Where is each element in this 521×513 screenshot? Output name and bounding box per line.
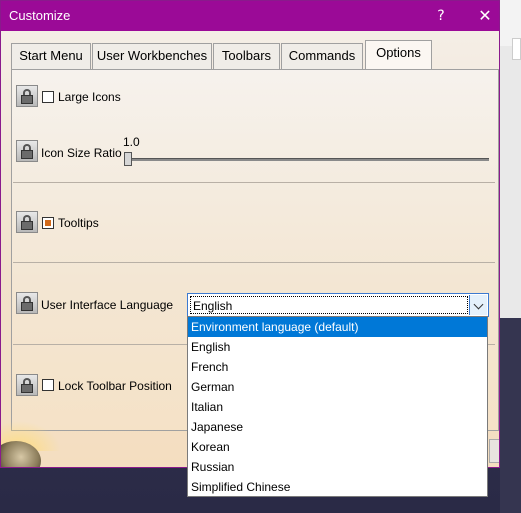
ui-language-select[interactable]: English — [187, 293, 489, 317]
dropdown-option[interactable]: Simplified Chinese — [188, 477, 487, 497]
large-icons-checkbox[interactable] — [42, 91, 54, 103]
dropdown-option[interactable]: Korean — [188, 437, 487, 457]
window-title: Customize — [9, 8, 71, 23]
ui-language-label: User Interface Language — [41, 298, 174, 312]
lock-icon[interactable] — [16, 140, 38, 162]
tab-start-menu[interactable]: Start Menu — [11, 43, 91, 69]
ui-language-selected-value: English — [193, 299, 233, 313]
icon-size-slider-track[interactable] — [127, 158, 489, 161]
lock-icon[interactable] — [16, 211, 38, 233]
icon-size-slider-thumb[interactable] — [124, 152, 132, 166]
lock-icon[interactable] — [16, 85, 38, 107]
large-icons-label: Large Icons — [58, 90, 121, 104]
dropdown-option[interactable]: Japanese — [188, 417, 487, 437]
title-bar[interactable]: Customize ? ✕ — [1, 1, 499, 31]
lock-toolbar-label: Lock Toolbar Position — [58, 379, 172, 393]
dialog-button-partial[interactable] — [489, 439, 499, 463]
dropdown-option[interactable]: Italian — [188, 397, 487, 417]
tab-commands[interactable]: Commands — [281, 43, 363, 69]
icon-size-ratio-value: 1.0 — [123, 135, 140, 149]
background-window-edge — [500, 0, 521, 513]
help-icon[interactable]: ? — [429, 6, 453, 26]
chevron-down-icon[interactable] — [469, 295, 487, 315]
tooltips-checkbox[interactable] — [42, 217, 54, 229]
close-icon[interactable]: ✕ — [473, 6, 497, 26]
tab-toolbars[interactable]: Toolbars — [213, 43, 280, 69]
background-window-control — [512, 38, 521, 60]
ui-language-dropdown-list[interactable]: Environment language (default) English F… — [187, 316, 488, 497]
dropdown-option[interactable]: German — [188, 377, 487, 397]
dropdown-option[interactable]: French — [188, 357, 487, 377]
lock-toolbar-checkbox[interactable] — [42, 379, 54, 391]
tab-user-workbenches[interactable]: User Workbenches — [92, 43, 212, 69]
lock-icon[interactable] — [16, 292, 38, 314]
tooltips-label: Tooltips — [58, 216, 99, 230]
separator — [13, 182, 495, 183]
separator — [13, 262, 495, 263]
dropdown-option[interactable]: Environment language (default) — [188, 317, 487, 337]
dropdown-option[interactable]: English — [188, 337, 487, 357]
icon-size-ratio-label: Icon Size Ratio — [41, 146, 122, 160]
dropdown-option[interactable]: Russian — [188, 457, 487, 477]
tab-options[interactable]: Options — [365, 40, 432, 69]
lock-icon[interactable] — [16, 374, 38, 396]
